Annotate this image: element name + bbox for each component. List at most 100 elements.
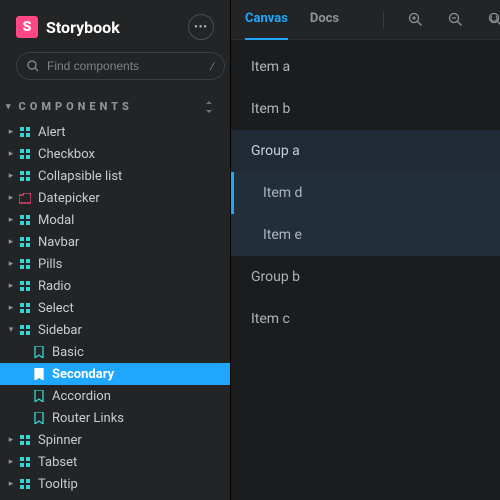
- search-icon: [27, 60, 39, 72]
- component-icon: [18, 301, 32, 315]
- tree-node-label: Select: [38, 301, 74, 316]
- tree-node-label: Checkbox: [38, 147, 95, 162]
- story-label: Basic: [52, 345, 84, 360]
- search-shortcut-hint: /: [210, 60, 214, 73]
- expand-collapse-icon[interactable]: [204, 101, 214, 113]
- preview-item-label: Group a: [251, 143, 300, 159]
- tree-node-label: Tooltip: [38, 477, 78, 492]
- canvas-toolbar: Canvas Docs: [231, 0, 500, 40]
- tree-node-navbar[interactable]: ▸ Navbar: [0, 231, 230, 253]
- tree-node-label: Spinner: [38, 433, 82, 448]
- search-row: /: [0, 52, 230, 94]
- tree-node-label: Alert: [38, 125, 66, 140]
- component-icon: [18, 455, 32, 469]
- story-label: Router Links: [52, 411, 124, 426]
- zoom-in-icon[interactable]: [406, 11, 424, 29]
- tree-node-label: Pills: [38, 257, 62, 272]
- chevron-right-icon: ▸: [6, 237, 16, 247]
- preview-item-label: Item e: [263, 227, 302, 243]
- component-icon: [18, 477, 32, 491]
- preview-item-label: Item c: [251, 311, 290, 327]
- tree-node-label: Modal: [38, 213, 74, 228]
- preview-item-label: Item d: [263, 185, 302, 201]
- toolbar-separator: [383, 11, 384, 29]
- preview-group-a[interactable]: Group a: [231, 130, 500, 172]
- chevron-right-icon: ▸: [6, 303, 16, 313]
- sidebar-header: S Storybook •••: [0, 0, 230, 52]
- tree-node-label: Navbar: [38, 235, 79, 250]
- tree-node-label: Datepicker: [38, 191, 100, 206]
- tab-canvas[interactable]: Canvas: [245, 0, 288, 40]
- tree-node-sidebar[interactable]: ▾ Sidebar: [0, 319, 230, 341]
- tree-node-label: Radio: [38, 279, 71, 294]
- tree-node-spinner[interactable]: ▸ Spinner: [0, 429, 230, 451]
- tree-node-label: Tabset: [38, 455, 77, 470]
- storybook-sidebar: S Storybook ••• / ▾ COMPONENTS ▸ Alert ▸ Ch…: [0, 0, 230, 500]
- search-input-wrapper[interactable]: /: [16, 52, 225, 80]
- tree-node-datepicker[interactable]: ▸ Datepicker: [0, 187, 230, 209]
- component-icon: [18, 235, 32, 249]
- chevron-right-icon: ▸: [6, 149, 16, 159]
- tree-node-select[interactable]: ▸ Select: [0, 297, 230, 319]
- tree-node-tooltip[interactable]: ▸ Tooltip: [0, 473, 230, 495]
- component-icon: [18, 213, 32, 227]
- bookmark-icon: [32, 389, 46, 403]
- story-accordion[interactable]: Accordion: [0, 385, 230, 407]
- story-label: Accordion: [52, 389, 111, 404]
- bookmark-icon: [32, 345, 46, 359]
- component-icon: [18, 323, 32, 337]
- story-preview: Item a Item b Group a Item d Item e Group b It…: [231, 40, 500, 500]
- tree-node-radio[interactable]: ▸ Radio: [0, 275, 230, 297]
- story-router-links[interactable]: Router Links: [0, 407, 230, 429]
- search-input[interactable]: [47, 59, 202, 73]
- preview-item-e[interactable]: Item e: [231, 214, 500, 256]
- ellipsis-icon: •••: [194, 22, 208, 33]
- component-icon: [18, 169, 32, 183]
- tree-node-alert[interactable]: ▸ Alert: [0, 121, 230, 143]
- tree-node-pills[interactable]: ▸ Pills: [0, 253, 230, 275]
- chevron-down-icon: ▾: [6, 102, 15, 112]
- preview-item-label: Item b: [251, 101, 290, 117]
- folder-icon: [18, 191, 32, 205]
- section-title: COMPONENTS: [19, 100, 133, 113]
- chevron-right-icon: ▸: [6, 259, 16, 269]
- preview-item-a[interactable]: Item a: [231, 46, 500, 88]
- component-tree: ▸ Alert ▸ Checkbox ▸ Collapsible list ▸ Datepic…: [0, 121, 230, 500]
- tree-node-checkbox[interactable]: ▸ Checkbox: [0, 143, 230, 165]
- zoom-reset-icon[interactable]: [486, 11, 500, 29]
- storybook-logo-icon: S: [16, 16, 38, 38]
- story-secondary[interactable]: Secondary: [0, 363, 230, 385]
- preview-item-label: Group b: [251, 269, 300, 285]
- preview-item-c[interactable]: Item c: [231, 298, 500, 340]
- chevron-down-icon: ▾: [6, 325, 16, 335]
- tree-node-tabset[interactable]: ▸ Tabset: [0, 451, 230, 473]
- story-label: Secondary: [52, 367, 114, 382]
- preview-item-d[interactable]: Item d: [231, 172, 500, 214]
- chevron-right-icon: ▸: [6, 281, 16, 291]
- bookmark-icon: [32, 411, 46, 425]
- component-icon: [18, 257, 32, 271]
- chevron-right-icon: ▸: [6, 435, 16, 445]
- chevron-right-icon: ▸: [6, 215, 16, 225]
- story-basic[interactable]: Basic: [0, 341, 230, 363]
- preview-item-b[interactable]: Item b: [231, 88, 500, 130]
- component-icon: [18, 279, 32, 293]
- tree-node-modal[interactable]: ▸ Modal: [0, 209, 230, 231]
- preview-group-b[interactable]: Group b: [231, 256, 500, 298]
- chevron-right-icon: ▸: [6, 457, 16, 467]
- component-icon: [18, 125, 32, 139]
- tree-node-collapsible-list[interactable]: ▸ Collapsible list: [0, 165, 230, 187]
- section-header-components[interactable]: ▾ COMPONENTS: [0, 94, 230, 121]
- menu-button[interactable]: •••: [188, 14, 214, 40]
- tab-docs[interactable]: Docs: [310, 0, 339, 40]
- brand-name: Storybook: [46, 18, 180, 37]
- zoom-out-icon[interactable]: [446, 11, 464, 29]
- chevron-right-icon: ▸: [6, 479, 16, 489]
- canvas-panel: Canvas Docs Item aItem bGroup aItem dIte…: [230, 0, 500, 500]
- chevron-right-icon: ▸: [6, 193, 16, 203]
- chevron-right-icon: ▸: [6, 171, 16, 181]
- preview-item-label: Item a: [251, 59, 290, 75]
- tree-node-label: Sidebar: [38, 323, 82, 338]
- tree-node-label: Collapsible list: [38, 169, 122, 184]
- chevron-right-icon: ▸: [6, 127, 16, 137]
